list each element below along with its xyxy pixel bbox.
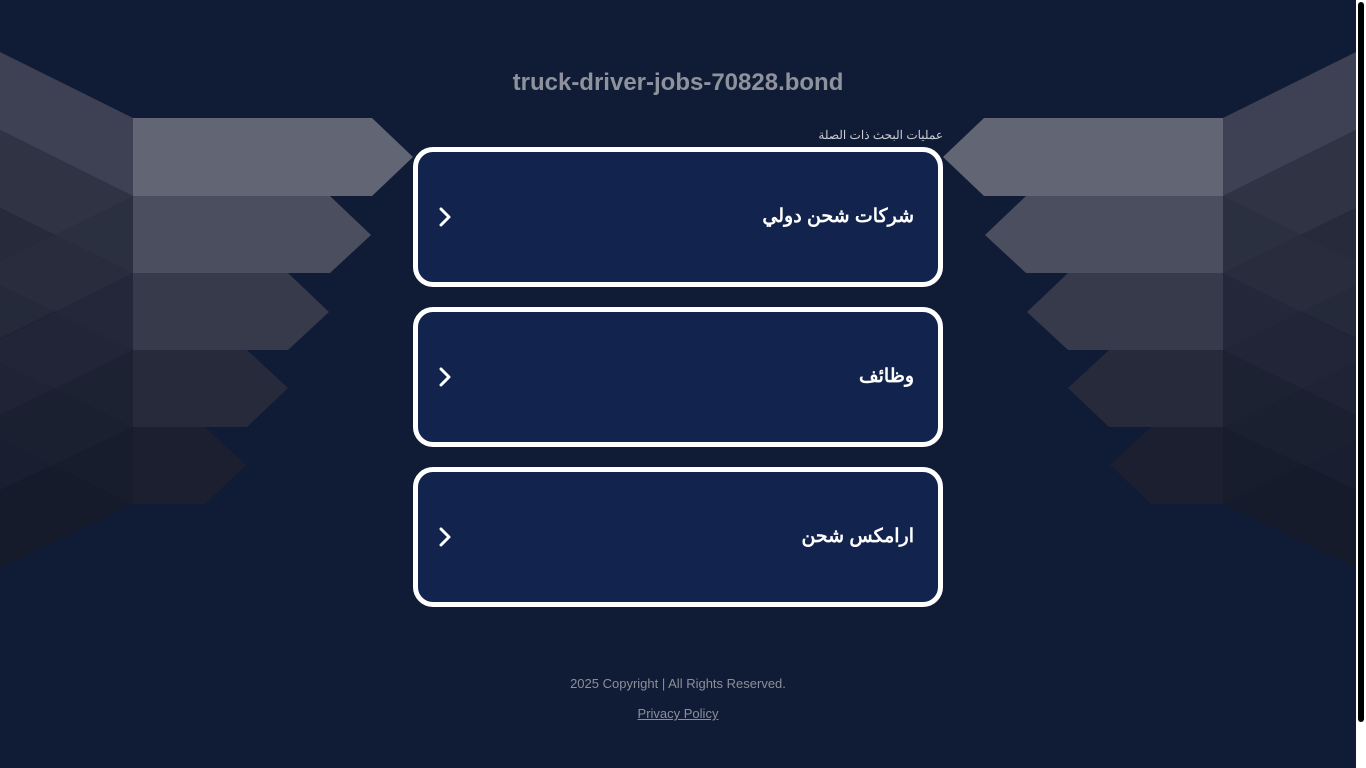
related-link-1[interactable]: شركات شحن دولي — [413, 147, 943, 287]
chevron-right-icon — [439, 367, 451, 387]
related-link-2[interactable]: وظائف — [413, 307, 943, 447]
right-wing-decoration — [943, 52, 1356, 568]
related-link-3[interactable]: ارامكس شحن — [413, 467, 943, 607]
left-wing-decoration — [0, 52, 413, 568]
parked-domain-page: truck-driver-jobs-70828.bond عمليات البح… — [0, 0, 1356, 768]
privacy-policy-row: Privacy Policy — [0, 706, 1356, 722]
privacy-policy-link[interactable]: Privacy Policy — [638, 706, 719, 721]
chevron-right-icon — [439, 207, 451, 227]
related-searches-label: عمليات البحث ذات الصلة — [818, 128, 943, 142]
domain-title: truck-driver-jobs-70828.bond — [512, 69, 844, 96]
related-link-label[interactable]: شركات شحن دولي — [762, 152, 914, 282]
copyright-text: 2025 Copyright | All Rights Reserved. — [570, 676, 786, 691]
related-link-label[interactable]: وظائف — [859, 312, 914, 442]
related-link-label[interactable]: ارامكس شحن — [801, 472, 914, 602]
scrollbar-thumb[interactable] — [1358, 2, 1364, 722]
chevron-right-icon — [439, 527, 451, 547]
